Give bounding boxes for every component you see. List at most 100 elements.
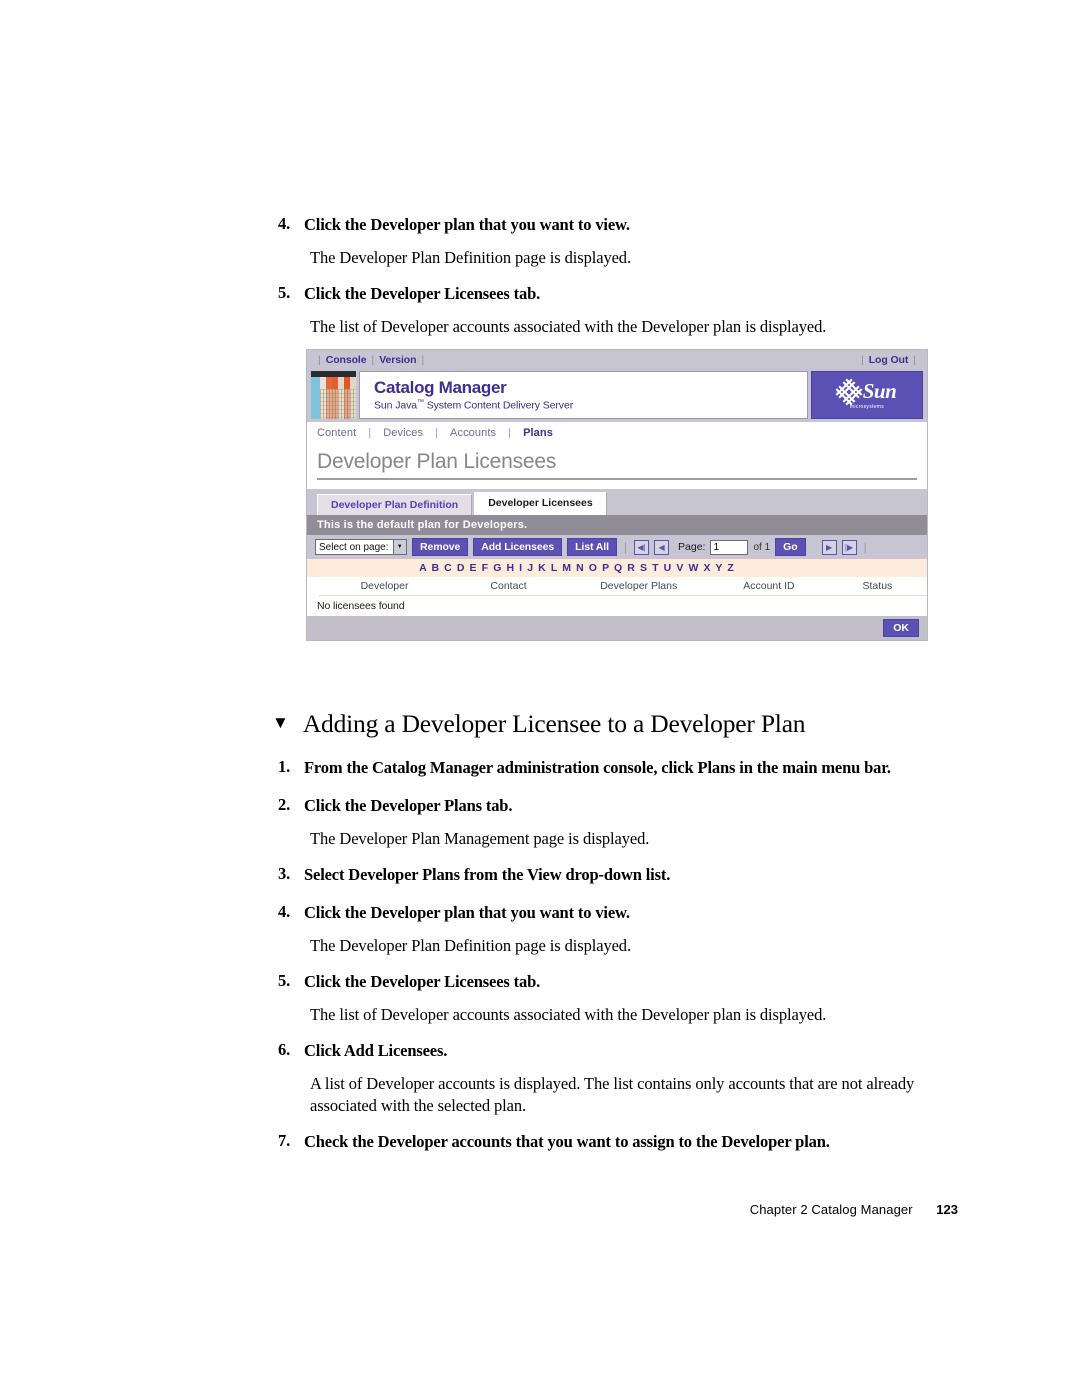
empty-state-message: No licensees found bbox=[317, 600, 405, 612]
step-number: 3. bbox=[278, 864, 291, 883]
log-out-link[interactable]: Log Out bbox=[869, 354, 909, 366]
column-header-developer[interactable]: Developer bbox=[319, 577, 450, 596]
chevron-down-icon: ▼ bbox=[392, 539, 406, 555]
first-page-icon[interactable]: ◀| bbox=[634, 539, 650, 555]
remove-button[interactable]: Remove bbox=[412, 538, 469, 556]
footer-page-number: 123 bbox=[936, 1202, 958, 1217]
list-all-button[interactable]: List All bbox=[567, 538, 617, 556]
masthead: Catalog Manager Sun Java™ System Content… bbox=[307, 369, 927, 422]
step-heading: Check the Developer accounts that you wa… bbox=[304, 1132, 830, 1151]
sun-logo-row: Sun bbox=[833, 375, 897, 408]
select-on-page-label: Select on page: bbox=[319, 541, 389, 553]
nav-item-accounts[interactable]: Accounts bbox=[450, 427, 496, 439]
section-heading: ▼ Adding a Developer Licensee to a Devel… bbox=[272, 709, 806, 739]
tab-developer-licensees[interactable]: Developer Licensees bbox=[474, 492, 607, 515]
next-page-icon[interactable]: ▶ bbox=[821, 539, 837, 555]
pipe-separator: | bbox=[318, 353, 321, 366]
subtitle-pre: Sun Java bbox=[374, 399, 417, 412]
version-link[interactable]: Version bbox=[379, 354, 416, 366]
page-number-input[interactable]: 1 bbox=[710, 539, 749, 555]
page-footer: Chapter 2 Catalog Manager 123 bbox=[0, 1202, 958, 1217]
column-header-contact[interactable]: Contact bbox=[449, 577, 568, 596]
table-row-empty: No licensees found bbox=[307, 596, 927, 617]
step-number: 6. bbox=[278, 1040, 291, 1059]
step-number: 4. bbox=[278, 214, 291, 233]
trademark-mark: ™ bbox=[416, 399, 424, 406]
subtitle-post: System Content Delivery Server bbox=[423, 399, 574, 412]
main-nav: Content | Devices | Accounts | Plans bbox=[307, 422, 927, 444]
step-number: 5. bbox=[278, 971, 291, 990]
nav-separator: | bbox=[435, 427, 438, 439]
sun-logo-box: Sun microsystems bbox=[811, 371, 923, 419]
step-body: The Developer Plan Definition page is di… bbox=[310, 936, 631, 955]
product-title: Catalog Manager bbox=[374, 378, 507, 397]
nav-separator: | bbox=[508, 427, 511, 439]
column-header-developer-plans[interactable]: Developer Plans bbox=[567, 577, 711, 596]
pipe-separator: | bbox=[860, 353, 864, 366]
step-number: 1. bbox=[278, 757, 291, 776]
ok-button[interactable]: OK bbox=[883, 619, 919, 637]
pipe-separator: | bbox=[421, 353, 425, 366]
column-header-account-id[interactable]: Account ID bbox=[710, 577, 828, 596]
product-subtitle: Sun Java™ System Content Delivery Server bbox=[374, 399, 807, 412]
tab-strip: Developer Plan Definition Developer Lice… bbox=[307, 489, 927, 515]
step-heading: Click the Developer Plans tab. bbox=[304, 796, 513, 815]
console-link[interactable]: Console bbox=[326, 354, 367, 366]
add-licensees-button[interactable]: Add Licensees bbox=[473, 538, 563, 556]
pipe-separator: | bbox=[913, 353, 916, 366]
page-label: Page: bbox=[678, 541, 706, 553]
plan-message-band: This is the default plan for Developers. bbox=[307, 515, 927, 535]
list-toolbar: Select on page: ▼ Remove Add Licensees L… bbox=[307, 535, 927, 559]
nav-item-content[interactable]: Content bbox=[317, 427, 356, 439]
bottom-steps-block: 1. From the Catalog Manager administrati… bbox=[278, 757, 958, 1155]
tab-developer-plan-definition[interactable]: Developer Plan Definition bbox=[317, 494, 473, 515]
nav-separator: | bbox=[368, 427, 372, 439]
title-divider bbox=[317, 478, 917, 480]
step-heading: Click the Developer plan that you want t… bbox=[304, 215, 630, 234]
licensees-table: Developer Contact Developer Plans Accoun… bbox=[307, 577, 927, 616]
step-body: The list of Developer accounts associate… bbox=[310, 317, 827, 336]
document-page: 4. Click the Developer plan that you wan… bbox=[0, 0, 1080, 1397]
top-steps-block: 4. Click the Developer plan that you wan… bbox=[278, 214, 958, 338]
table-header-row: Developer Contact Developer Plans Accoun… bbox=[307, 577, 927, 596]
masthead-titles: Catalog Manager Sun Java™ System Content… bbox=[359, 371, 808, 419]
page-title-area: Developer Plan Licensees bbox=[307, 444, 927, 480]
step-item: 5. Click the Developer Licensees tab. bbox=[278, 283, 958, 305]
step-item: 3. Select Developer Plans from the View … bbox=[278, 864, 958, 886]
step-heading: Click the Developer Licensees tab. bbox=[304, 972, 541, 991]
page-title: Developer Plan Licensees bbox=[317, 450, 557, 473]
step-body: The Developer Plan Management page is di… bbox=[310, 829, 650, 848]
column-header-status[interactable]: Status bbox=[827, 577, 927, 596]
previous-page-icon[interactable]: ◀ bbox=[654, 539, 670, 555]
sun-diamond-icon bbox=[833, 375, 865, 408]
sun-wordmark: Sun bbox=[862, 379, 897, 403]
footer-chapter-label: Chapter 2 Catalog Manager bbox=[749, 1202, 913, 1217]
book-spines-image bbox=[311, 371, 356, 419]
alphabet-index[interactable]: A B C D E F G H I J K L M N O P Q R S T … bbox=[307, 559, 927, 577]
step-heading: Click the Developer plan that you want t… bbox=[304, 903, 630, 922]
section-title: Adding a Developer Licensee to a Develop… bbox=[302, 709, 806, 738]
go-button[interactable]: Go bbox=[775, 538, 806, 556]
step-heading: Select Developer Plans from the View dro… bbox=[304, 865, 671, 884]
select-on-page-dropdown[interactable]: Select on page: ▼ bbox=[315, 539, 407, 555]
step-number: 7. bbox=[278, 1131, 291, 1150]
toolbar-separator: | bbox=[863, 540, 867, 554]
step-item: 1. From the Catalog Manager administrati… bbox=[278, 757, 958, 779]
step-number: 2. bbox=[278, 795, 291, 814]
utility-bar: | Console | Version | | Log Out | bbox=[307, 350, 927, 369]
catalog-manager-screenshot: | Console | Version | | Log Out | Catalo… bbox=[307, 350, 927, 640]
form-footer-bar: OK bbox=[307, 616, 927, 640]
step-heading: Click Add Licensees. bbox=[304, 1041, 448, 1060]
step-body: The Developer Plan Definition page is di… bbox=[310, 248, 631, 267]
table-header-spacer bbox=[307, 577, 319, 596]
step-item: 7. Check the Developer accounts that you… bbox=[278, 1131, 958, 1153]
nav-item-devices[interactable]: Devices bbox=[383, 427, 423, 439]
step-body: A list of Developer accounts is displaye… bbox=[310, 1074, 915, 1115]
nav-item-plans[interactable]: Plans bbox=[523, 427, 553, 439]
step-item: 4. Click the Developer plan that you wan… bbox=[278, 214, 958, 236]
triangle-marker-icon: ▼ bbox=[272, 713, 289, 732]
pipe-separator: | bbox=[371, 353, 375, 366]
toolbar-separator: | bbox=[623, 540, 628, 554]
last-page-icon[interactable]: |▶ bbox=[841, 539, 857, 555]
page-total-label: of 1 bbox=[753, 541, 771, 553]
